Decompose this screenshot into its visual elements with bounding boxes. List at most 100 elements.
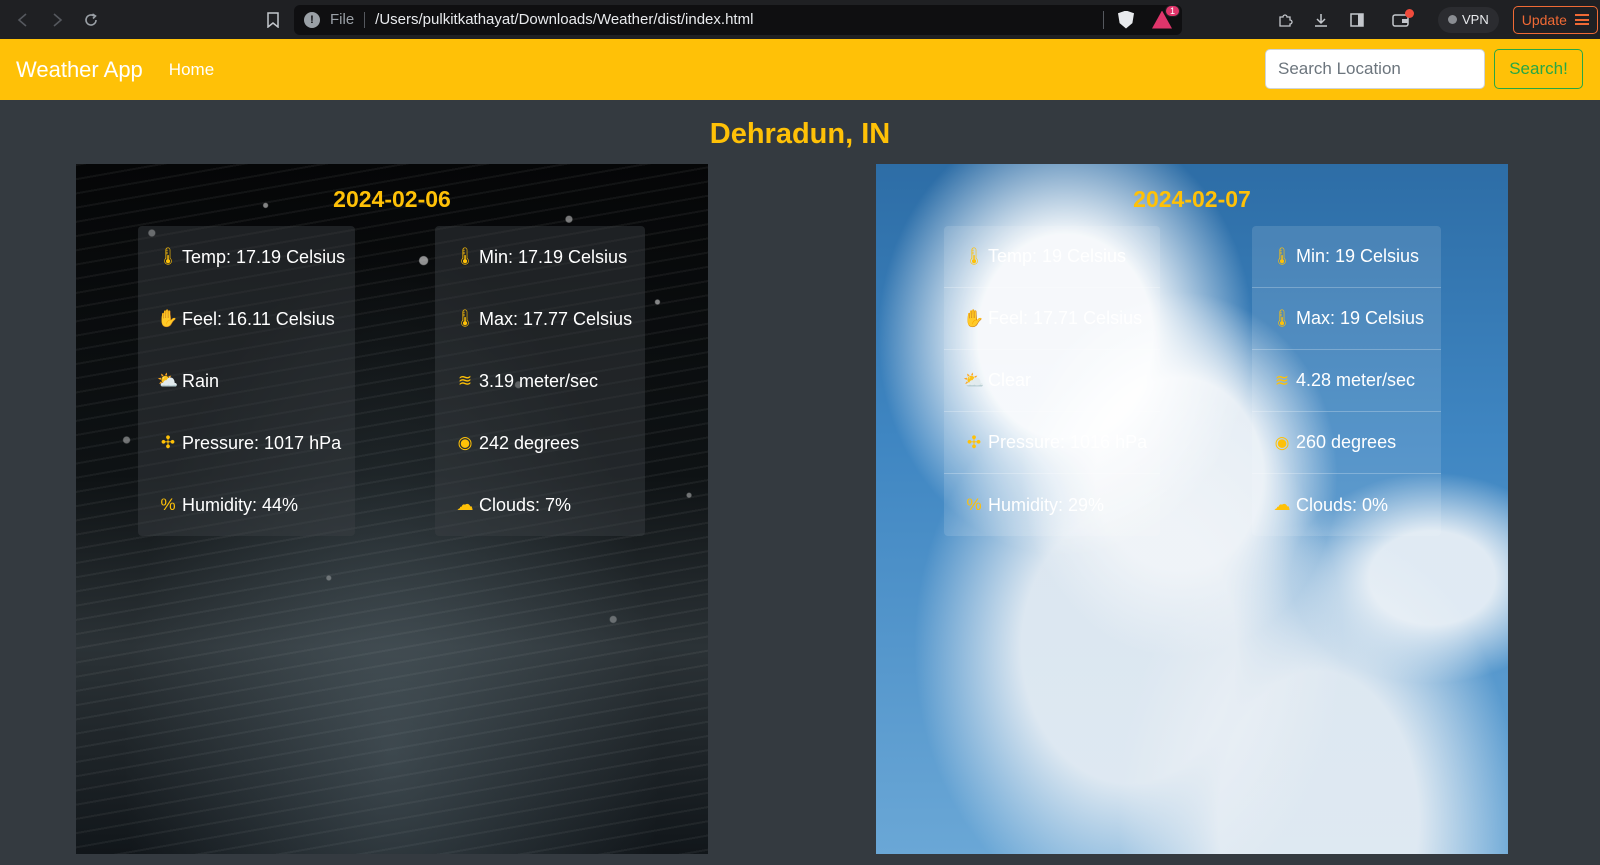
percent-icon: % — [966, 495, 982, 514]
weather-details-list: 🌡 Min: 17.19 Celsius 🌡 Max: 17.77 Celsius … — [435, 226, 645, 536]
notification-dot — [1405, 8, 1414, 18]
temperature-high-icon: 🌡 — [454, 309, 476, 328]
compass-icon: ◉ — [457, 433, 473, 452]
percent-icon: % — [160, 495, 176, 514]
browser-toolbar: ! File /Users/pulkitkathayat/Downloads/W… — [0, 0, 1600, 39]
cloud-sun-icon: ⛅ — [963, 370, 985, 390]
list-item: ✋ Feel: 17.71 Celsius — [944, 288, 1160, 350]
vpn-button[interactable]: VPN — [1438, 6, 1499, 33]
back-button[interactable] — [6, 5, 40, 35]
list-item: % Humidity: 29% — [944, 474, 1160, 536]
temperature-low-icon: 🌡 — [1271, 246, 1293, 266]
condition-value: Clear — [988, 370, 1032, 390]
direction-value: 260 degrees — [1296, 432, 1397, 452]
brave-shield-icon[interactable] — [1118, 10, 1134, 29]
temperature-low-icon: 🌡 — [454, 247, 476, 266]
forecast-date: 2024-02-06 — [333, 186, 451, 212]
list-item: ◉ 242 degrees — [435, 412, 645, 474]
weather-details-list: 🌡 Temp: 19 Celsius ✋ Feel: 17.71 Celsius ⛅… — [944, 226, 1160, 536]
cloud-sun-icon: ⛅ — [157, 371, 179, 390]
clouds-value: Clouds: 0% — [1296, 494, 1389, 515]
rewards-badge: 1 — [1164, 4, 1180, 17]
rewards-button[interactable]: 1 — [1152, 4, 1180, 29]
min-value: Min: 17.19 Celsius — [479, 246, 628, 267]
max-value: Max: 19 Celsius — [1296, 308, 1425, 328]
list-item: 🌡 Min: 19 Celsius — [1252, 226, 1441, 288]
wind-value: 4.28 meter/sec — [1296, 370, 1416, 390]
list-item: ✋ Feel: 16.11 Celsius — [138, 288, 355, 350]
min-value: Min: 19 Celsius — [1296, 246, 1420, 266]
reload-button[interactable] — [74, 5, 108, 35]
compress-icon: ✣ — [160, 433, 176, 452]
sidebar-icon — [1350, 12, 1364, 27]
pressure-value: Pressure: 1017 hPa — [182, 432, 342, 453]
puzzle-icon — [1279, 13, 1293, 27]
info-icon: ! — [304, 11, 320, 28]
forward-arrow-icon — [53, 12, 63, 27]
wind-value: 3.19 meter/sec — [479, 370, 599, 391]
weather-details-list: 🌡 Temp: 17.19 Celsius ✋ Feel: 16.11 Celsiu… — [138, 226, 355, 536]
downloads-button[interactable] — [1308, 7, 1334, 33]
list-item: ⛅ Clear — [944, 350, 1160, 412]
wind-icon: ≋ — [457, 371, 473, 390]
update-label: Update — [1521, 11, 1567, 28]
forecast-date: 2024-02-07 — [1133, 186, 1251, 212]
list-item: ☁ Clouds: 7% — [435, 474, 645, 536]
download-icon — [1315, 13, 1327, 27]
list-item: ◉ 260 degrees — [1252, 412, 1441, 474]
hand-icon: ✋ — [157, 309, 179, 328]
compass-icon: ◉ — [1274, 432, 1290, 452]
divider — [1103, 10, 1104, 29]
divider — [364, 11, 366, 28]
humidity-value: Humidity: 29% — [988, 494, 1105, 515]
wind-icon: ≋ — [1274, 370, 1290, 390]
humidity-value: Humidity: 44% — [182, 494, 299, 515]
brand-link[interactable]: Weather App — [16, 57, 143, 83]
file-label: File — [330, 11, 355, 28]
list-item: ⛅ Rain — [138, 350, 355, 412]
forecast-card: 2024-02-06 🌡 Temp: 17.19 Celsius ✋ Feel: 1… — [76, 164, 708, 854]
list-item: ✣ Pressure: 1017 hPa — [138, 412, 355, 474]
extensions-button[interactable] — [1272, 7, 1298, 33]
address-bar[interactable]: ! File /Users/pulkitkathayat/Downloads/W… — [294, 4, 1182, 35]
update-button[interactable]: Update — [1512, 5, 1598, 34]
max-value: Max: 17.77 Celsius — [479, 308, 633, 329]
forecast-card: 2024-02-07 🌡 Temp: 19 Celsius ✋ Feel: 17.7… — [876, 164, 1508, 854]
thermometer-icon: 🌡 — [963, 246, 985, 266]
list-item: ≋ 4.28 meter/sec — [1252, 350, 1441, 412]
app-navbar: Weather App Home Search! — [0, 39, 1600, 100]
url-text[interactable]: /Users/pulkitkathayat/Downloads/Weather/… — [375, 11, 1103, 28]
cloud-icon: ☁ — [1273, 495, 1291, 514]
feel-value: Feel: 17.71 Celsius — [988, 308, 1143, 328]
menu-icon — [1574, 14, 1589, 25]
weather-details-list: 🌡 Min: 19 Celsius 🌡 Max: 19 Celsius ≋ 4.28 … — [1252, 226, 1441, 536]
bookmark-icon — [267, 11, 279, 28]
list-item: 🌡 Temp: 17.19 Celsius — [138, 226, 355, 288]
temp-value: Temp: 19 Celsius — [988, 246, 1127, 266]
search-input[interactable] — [1265, 49, 1485, 89]
list-item: % Humidity: 44% — [138, 474, 355, 536]
list-item: 🌡 Max: 19 Celsius — [1252, 288, 1441, 350]
vpn-status-icon — [1448, 15, 1457, 24]
list-item: ☁ Clouds: 0% — [1252, 474, 1441, 536]
list-item: 🌡 Min: 17.19 Celsius — [435, 226, 645, 288]
list-item: 🌡 Max: 17.77 Celsius — [435, 288, 645, 350]
vpn-label: VPN — [1462, 12, 1489, 27]
forward-button[interactable] — [40, 5, 74, 35]
home-link[interactable]: Home — [169, 60, 214, 80]
sidebar-button[interactable] — [1344, 7, 1370, 33]
toolbar-right: VPN Update — [1272, 5, 1598, 34]
thermometer-icon: 🌡 — [157, 247, 179, 266]
bookmark-button[interactable] — [258, 11, 288, 28]
condition-value: Rain — [182, 370, 220, 391]
location-title: Dehradun, IN — [709, 118, 891, 150]
temperature-high-icon: 🌡 — [1271, 308, 1293, 328]
pressure-value: Pressure: 1016 hPa — [988, 432, 1148, 452]
cloud-icon: ☁ — [456, 495, 474, 514]
list-item: ✣ Pressure: 1016 hPa — [944, 412, 1160, 474]
direction-value: 242 degrees — [479, 432, 580, 453]
hand-icon: ✋ — [963, 308, 985, 328]
wallet-button[interactable] — [1388, 7, 1414, 33]
search-button[interactable]: Search! — [1494, 49, 1583, 89]
compress-icon: ✣ — [966, 432, 982, 452]
